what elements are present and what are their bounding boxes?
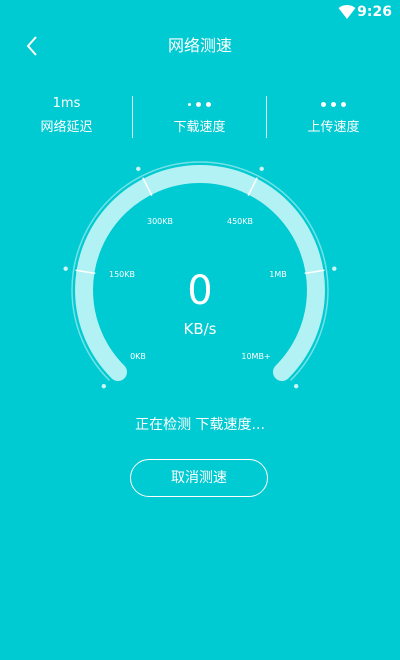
loading-dot	[206, 101, 211, 107]
tick-label-0kb: 0KB	[130, 352, 146, 361]
loading-dot	[196, 101, 201, 107]
download-label: 下载速度	[173, 120, 226, 135]
speed-value: 0	[187, 268, 213, 314]
gauge-outer-dot	[101, 384, 107, 389]
page-title: 网络测速	[167, 36, 232, 55]
speed-unit: KB/s	[183, 320, 217, 338]
speed-test-screen: 9:26 网络测速 1ms 网络延迟 下载速度 上传速度 0KB 150KB 3…	[0, 0, 400, 660]
loading-dot	[188, 102, 191, 106]
loading-dot	[341, 101, 346, 107]
latency-value: 1ms	[52, 96, 81, 111]
download-loading-dots	[133, 96, 266, 112]
gauge-outer-dot	[259, 166, 264, 171]
status-bar: 9:26	[0, 0, 400, 24]
cancel-test-button[interactable]: 取消测速	[130, 459, 268, 497]
metrics-row: 1ms 网络延迟 下载速度 上传速度	[0, 96, 400, 138]
latency-metric: 1ms 网络延迟	[0, 96, 133, 138]
upload-label: 上传速度	[307, 120, 360, 135]
upload-loading-dots	[267, 96, 400, 112]
loading-dot	[321, 101, 326, 107]
gauge-outer-dot	[294, 384, 299, 389]
upload-metric: 上传速度	[267, 96, 400, 138]
tick-label-450kb: 450KB	[226, 217, 254, 226]
latency-label: 网络延迟	[40, 120, 93, 135]
download-metric: 下载速度	[133, 96, 266, 138]
gauge-outer-dot	[136, 166, 141, 171]
status-text: 正在检测 下载速度...	[135, 417, 265, 433]
wifi-icon	[338, 4, 356, 20]
tick-label-300kb: 300KB	[146, 217, 174, 226]
tick-label-10mb: 10MB+	[241, 352, 271, 361]
toolbar: 网络测速	[0, 24, 400, 68]
loading-dot	[331, 101, 336, 107]
status-time: 9:26	[357, 4, 392, 20]
